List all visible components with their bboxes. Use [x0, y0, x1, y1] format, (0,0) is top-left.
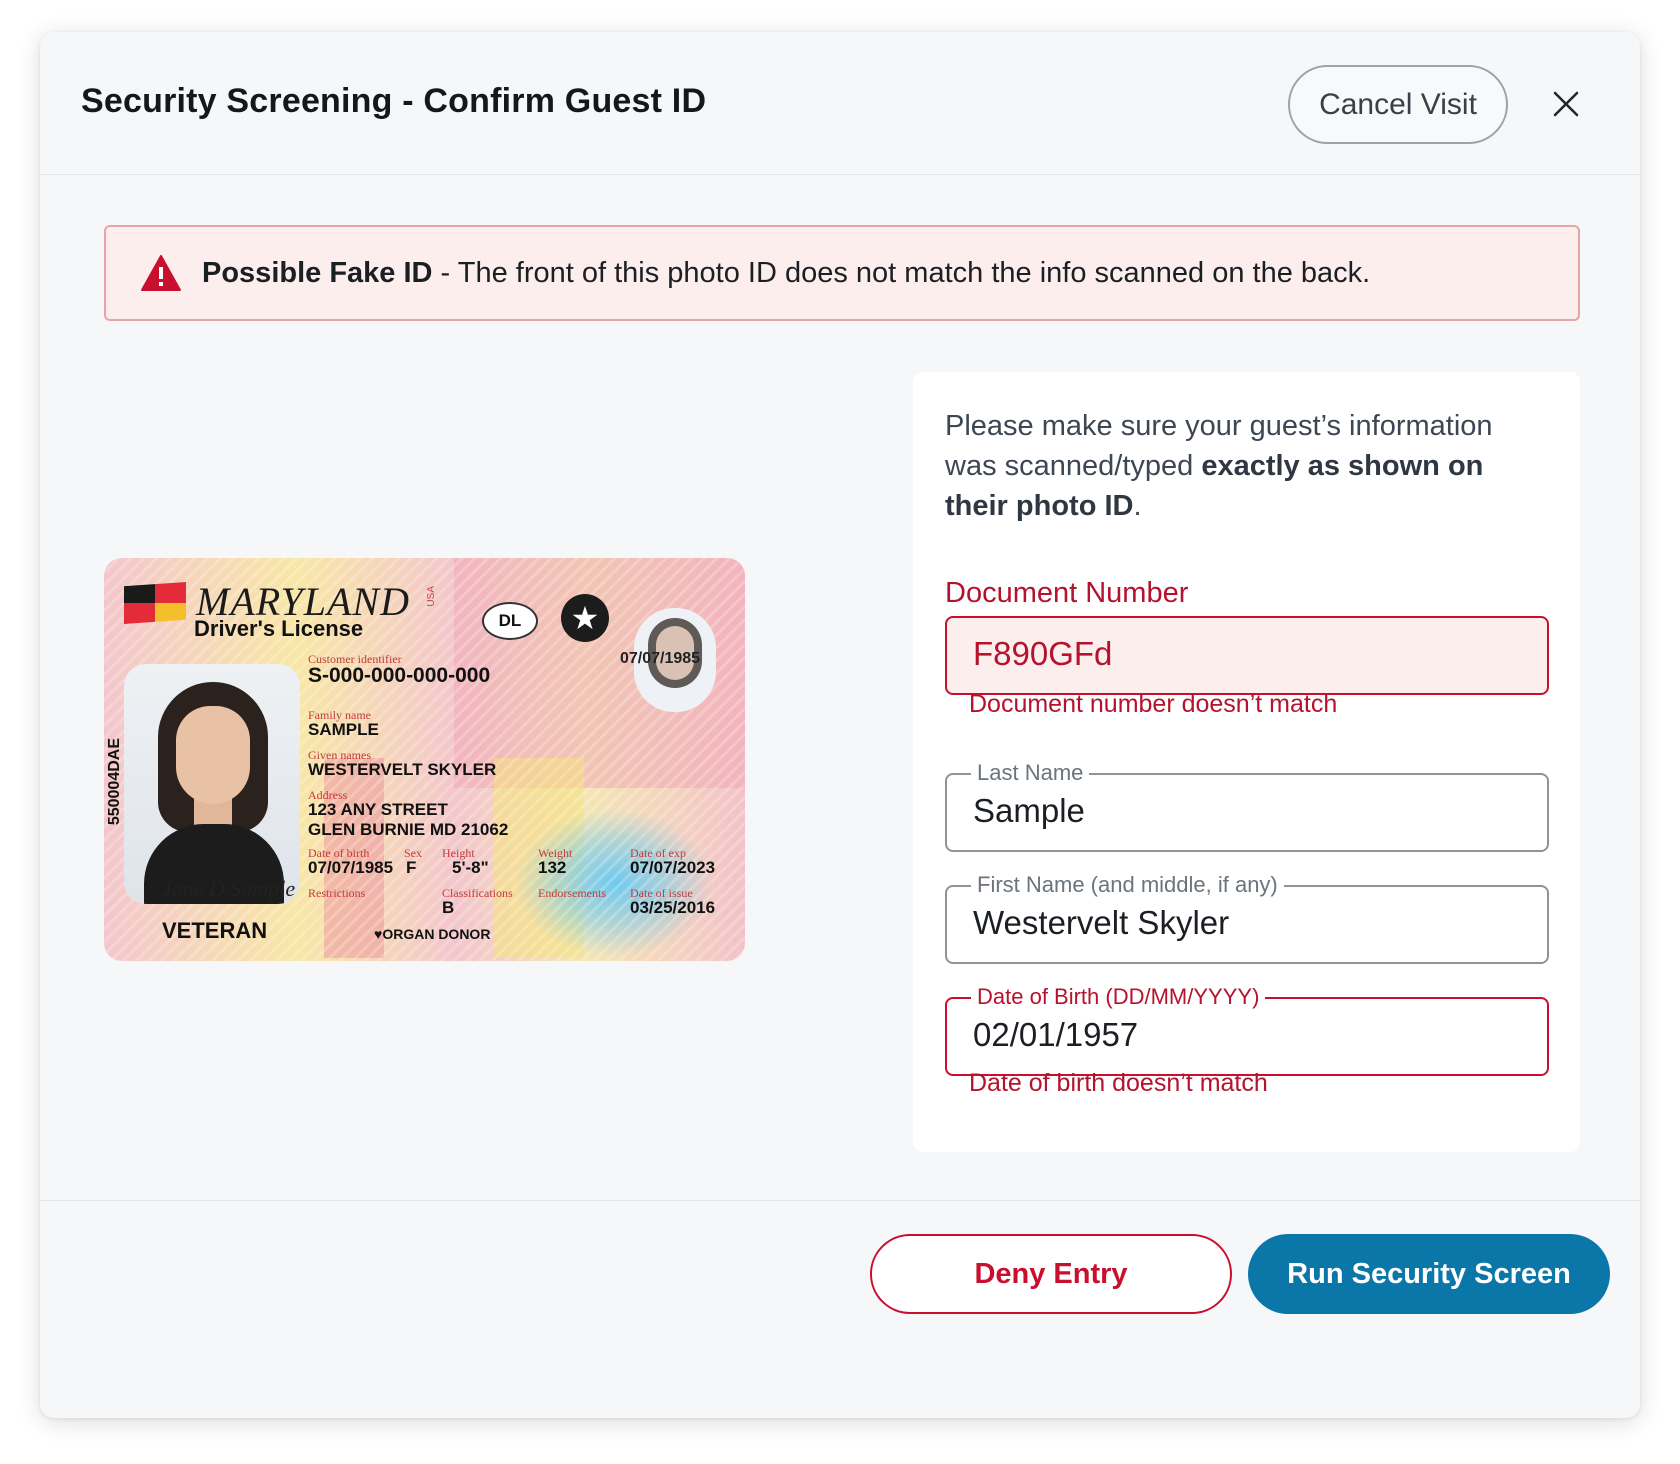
card-sex: F [406, 858, 417, 877]
document-number-value: F890GFd [973, 635, 1113, 672]
document-number-error: Document number doesn’t match [969, 690, 1338, 718]
card-signature: Jane D Sample [162, 876, 296, 901]
close-icon[interactable] [1544, 82, 1588, 126]
modal-header: Security Screening - Confirm Guest ID Ca… [40, 32, 1640, 175]
run-security-screen-button[interactable]: Run Security Screen [1248, 1234, 1610, 1314]
guest-info-panel: Please make sure your guest’s informatio… [913, 372, 1580, 1152]
id-card-image: MARYLAND USA Driver's License DL ★ 07/07… [104, 558, 745, 961]
restrictions-label: Restrictions [308, 886, 366, 900]
ghost-date: 07/07/1985 [620, 650, 701, 667]
card-dob: 07/07/1985 [308, 858, 394, 877]
dob-field[interactable]: Date of Birth (DD/MM/YYYY) 02/01/1957 [945, 984, 1549, 1076]
fake-id-alert: Possible Fake ID - The front of this pho… [104, 225, 1580, 321]
document-number-label: Document Number [945, 577, 1189, 609]
card-issue: 03/25/2016 [630, 898, 716, 917]
cancel-visit-button[interactable]: Cancel Visit [1288, 65, 1508, 144]
real-id-star-icon: ★ [561, 594, 609, 642]
last-name-label: Last Name [971, 760, 1090, 786]
first-name-label: First Name (and middle, if any) [971, 872, 1284, 898]
veteran-label: VETERAN [162, 918, 268, 943]
card-side-id: 550004DAE [106, 738, 123, 826]
alert-message: - The front of this photo ID does not ma… [432, 256, 1371, 289]
card-photo [124, 664, 300, 904]
organ-donor-label: ♥ORGAN DONOR [374, 926, 491, 942]
security-screening-modal: Security Screening - Confirm Guest ID Ca… [40, 32, 1640, 1418]
dob-value: 02/01/1957 [973, 1016, 1139, 1053]
card-exp: 07/07/2023 [630, 858, 716, 877]
instructions-end: . [1133, 490, 1142, 522]
first-name-value: Westervelt Skyler [973, 904, 1230, 941]
dob-error: Date of birth doesn’t match [969, 1069, 1268, 1097]
first-name-field[interactable]: First Name (and middle, if any) Westerve… [945, 872, 1549, 964]
card-type: Driver's License [194, 616, 364, 641]
warning-icon [141, 255, 181, 291]
given-names: WESTERVELT SKYLER [308, 760, 497, 779]
last-name-value: Sample [973, 792, 1085, 829]
footer-divider [40, 1200, 1640, 1201]
deny-entry-button[interactable]: Deny Entry [870, 1234, 1232, 1314]
alert-text: Possible Fake ID - The front of this pho… [202, 257, 1370, 290]
address-line1: 123 ANY STREET [308, 800, 448, 819]
card-classification: B [442, 898, 455, 917]
alert-title: Possible Fake ID [202, 256, 433, 289]
customer-id: S-000-000-000-000 [308, 664, 491, 687]
endorsements-label: Endorsements [538, 886, 606, 900]
family-name: SAMPLE [308, 720, 379, 739]
card-state-suffix: USA [426, 586, 437, 607]
dob-label: Date of Birth (DD/MM/YYYY) [971, 984, 1266, 1010]
card-weight: 132 [538, 858, 567, 877]
last-name-field[interactable]: Last Name Sample [945, 760, 1549, 852]
card-height: 5'-8" [452, 858, 489, 877]
instructions: Please make sure your guest’s informatio… [945, 406, 1545, 526]
document-number-field[interactable]: F890GFd [945, 616, 1549, 695]
address-line2: GLEN BURNIE MD 21062 [308, 820, 509, 839]
page-title: Security Screening - Confirm Guest ID [81, 82, 707, 120]
card-class-badge: DL [482, 602, 538, 640]
maryland-flag-icon [124, 582, 186, 624]
